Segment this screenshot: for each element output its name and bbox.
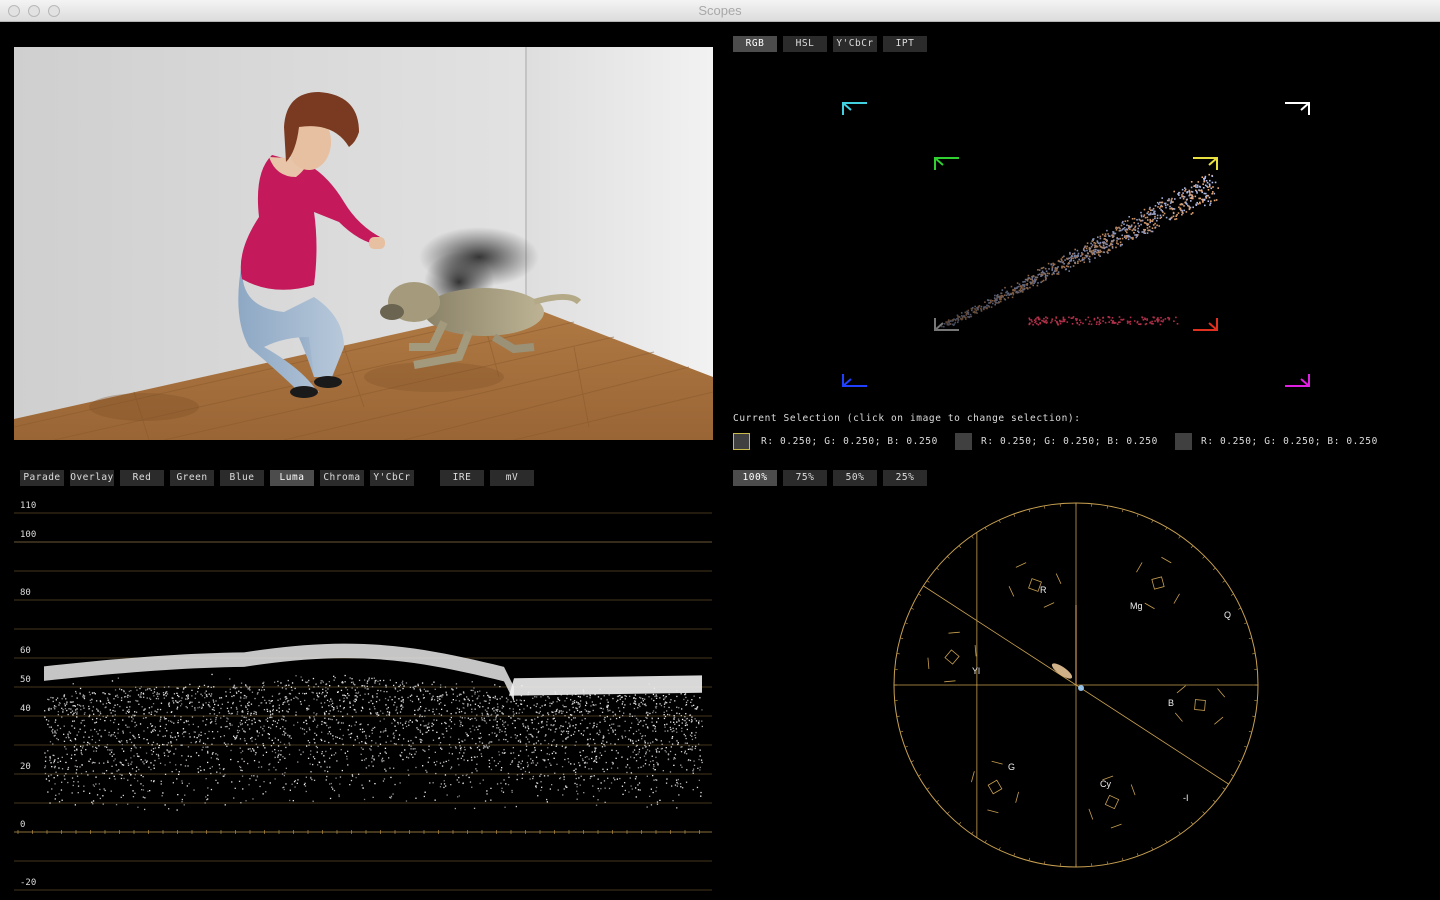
waveform-green-button[interactable]: Green: [170, 470, 214, 486]
zoom-100-button[interactable]: 100%: [733, 470, 777, 486]
selection-value: R: 0.250; G: 0.250; B: 0.250: [981, 436, 1158, 447]
waveform-scale-label: 80: [20, 588, 31, 598]
target-box-g: [987, 779, 1003, 795]
selection-value: R: 0.250; G: 0.250; B: 0.250: [1201, 436, 1378, 447]
waveform-scope[interactable]: 110 100 80 60 50 40 20 0 -20: [14, 495, 714, 895]
axis-label-q: Q: [1224, 610, 1231, 620]
gamut-corner-white: [1285, 102, 1310, 115]
waveform-scale-label: 60: [20, 646, 31, 656]
target-label-cy: Cy: [1100, 779, 1111, 789]
waveform-blue-button[interactable]: Blue: [220, 470, 264, 486]
selection-swatch[interactable]: [733, 433, 750, 450]
target-label-mg: Mg: [1130, 601, 1143, 611]
unit-ire-button[interactable]: IRE: [440, 470, 484, 486]
target-box-yl: [944, 649, 960, 665]
image-viewer[interactable]: [14, 47, 713, 440]
waveform-scale-label: 20: [20, 762, 31, 772]
waveform-scale-label: 40: [20, 704, 31, 714]
axis-label-i: -I: [1183, 793, 1189, 803]
scene-image[interactable]: [14, 47, 713, 440]
gamut-corner-magenta: [1285, 374, 1310, 387]
vectorscope[interactable]: R Mg Yl B G Cy Q -I: [890, 497, 1270, 877]
waveform-y-cbcr-button[interactable]: Y'CbCr: [370, 470, 414, 486]
gamut-hsl-button[interactable]: HSL: [783, 36, 827, 52]
waveform-chroma-button[interactable]: Chroma: [320, 470, 364, 486]
unit-mv-button[interactable]: mV: [490, 470, 534, 486]
target-brackets-b: [1174, 685, 1226, 725]
selection-caption: Current Selection (click on image to cha…: [733, 413, 1081, 424]
target-label-g: G: [1008, 762, 1015, 772]
target-label-yl: Yl: [972, 666, 980, 676]
zoom-75-button[interactable]: 75%: [783, 470, 827, 486]
title-bar: Scopes: [0, 0, 1440, 22]
zoom-25-button[interactable]: 25%: [883, 470, 927, 486]
target-brackets-cy: [1088, 775, 1136, 829]
waveform-parade-button[interactable]: Parade: [20, 470, 64, 486]
target-box-cy: [1104, 794, 1120, 810]
waveform-scale-label: 110: [20, 501, 36, 511]
gamut-rgb-button[interactable]: RGB: [733, 36, 777, 52]
gamut-corner-yellow: [1193, 157, 1218, 170]
target-brackets-yl: [927, 631, 977, 683]
selection-swatch[interactable]: [1175, 433, 1192, 450]
waveform-red-button[interactable]: Red: [120, 470, 164, 486]
selection-swatch[interactable]: [955, 433, 972, 450]
waveform-scale-label: 50: [20, 675, 31, 685]
window-title: Scopes: [698, 3, 742, 18]
gamut-y-cbcr-button[interactable]: Y'CbCr: [833, 36, 877, 52]
selection-value: R: 0.250; G: 0.250; B: 0.250: [761, 436, 938, 447]
target-brackets-r: [1008, 562, 1062, 608]
gamut-corner-green: [934, 157, 959, 170]
waveform-scale-label: -20: [20, 878, 36, 888]
waveform-luma-button[interactable]: Luma: [270, 470, 314, 486]
gamut-corner-blue: [842, 374, 867, 387]
gamut-corner-cyan: [842, 102, 867, 115]
gamut-corner-red: [1193, 318, 1218, 331]
target-box-b: [1194, 699, 1206, 711]
target-label-b: B: [1168, 698, 1174, 708]
target-box-mg: [1151, 576, 1165, 590]
gamut-plot[interactable]: [733, 58, 1413, 403]
waveform-scale-label: 100: [20, 530, 36, 540]
waveform-scale-label: 0: [20, 820, 25, 830]
gamut-ipt-button[interactable]: IPT: [883, 36, 927, 52]
target-label-r: R: [1040, 585, 1047, 595]
waveform-overlay-button[interactable]: Overlay: [70, 470, 114, 486]
vectorscope-trace: [1051, 663, 1073, 679]
zoom-50-button[interactable]: 50%: [833, 470, 877, 486]
